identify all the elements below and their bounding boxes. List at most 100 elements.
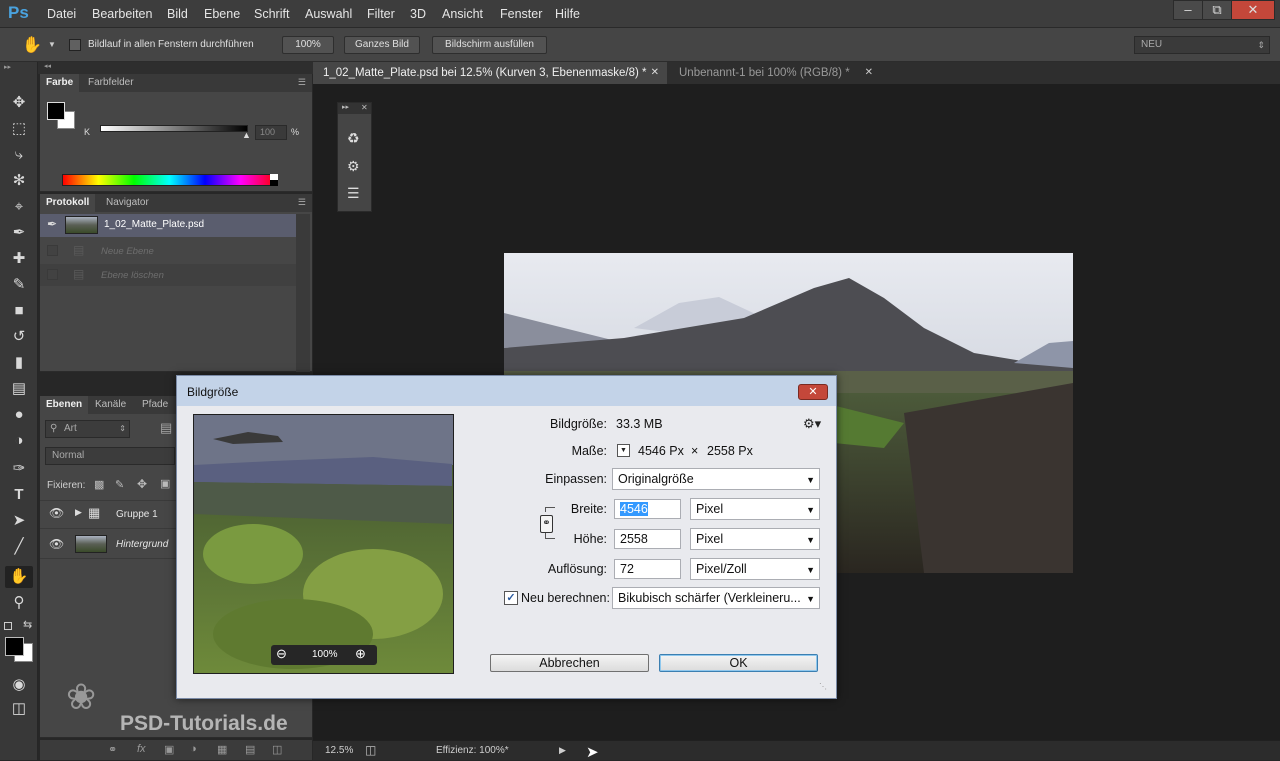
resample-checkbox[interactable]: ✓ xyxy=(504,591,518,605)
menu-ansicht[interactable]: Ansicht xyxy=(442,7,483,21)
workspace-select[interactable]: NEU ⇕ xyxy=(1134,36,1270,54)
status-menu-arrow-icon[interactable]: ▶ xyxy=(559,745,566,756)
restore-button[interactable]: ⧉ xyxy=(1202,0,1232,20)
visibility-eye-icon[interactable]: 👁 xyxy=(49,506,64,520)
tool-preset-dropdown-icon[interactable]: ▼ xyxy=(48,40,56,49)
minimize-button[interactable]: – xyxy=(1173,0,1203,20)
menu-filter[interactable]: Filter xyxy=(367,7,395,21)
history-brush-tool-icon[interactable]: ↺ xyxy=(5,326,33,348)
menu-3d[interactable]: 3D xyxy=(410,7,426,21)
expand-group-icon[interactable]: ▶ xyxy=(75,507,82,518)
eraser-tool-icon[interactable]: ▮ xyxy=(5,352,33,374)
close-icon[interactable]: ✕ xyxy=(361,103,368,112)
history-panel-menu-icon[interactable]: ☰ xyxy=(298,197,306,208)
zoom-out-icon[interactable]: ⊖ xyxy=(276,646,287,662)
panel-menu-icon[interactable]: ☰ xyxy=(298,77,306,88)
eyedropper-tool-icon[interactable]: ✒ xyxy=(5,222,33,244)
dialog-close-button[interactable]: ✕ xyxy=(798,384,828,400)
tab-navigator[interactable]: Navigator xyxy=(100,194,155,212)
menu-bearbeiten[interactable]: Bearbeiten xyxy=(92,7,152,21)
trash-icon[interactable]: ◫ xyxy=(272,743,282,756)
history-snapshot-row[interactable]: ✒ 1_02_Matte_Plate.psd xyxy=(40,214,296,237)
constrain-proportions-icon[interactable]: ⚭ xyxy=(540,515,553,533)
menu-ebene[interactable]: Ebene xyxy=(204,7,240,21)
history-brush-source-icon[interactable]: ✒ xyxy=(47,217,57,231)
lasso-tool-icon[interactable]: ⤷ xyxy=(5,144,33,166)
preview-image[interactable] xyxy=(193,414,454,674)
width-unit-select[interactable]: Pixel ▼ xyxy=(690,498,820,520)
history-scrollbar[interactable] xyxy=(296,214,310,372)
dimensions-dropdown-icon[interactable]: ▼ xyxy=(617,444,630,457)
foreground-color-swatch[interactable] xyxy=(5,637,24,656)
menu-schrift[interactable]: Schrift xyxy=(254,7,289,21)
add-mask-icon[interactable]: ▣ xyxy=(164,743,174,756)
tab-farbe[interactable]: Farbe xyxy=(40,74,80,92)
move-tool-icon[interactable]: ✥ xyxy=(5,92,33,114)
resolution-input[interactable]: 72 xyxy=(614,559,681,579)
path-selection-tool-icon[interactable]: ➤ xyxy=(5,510,33,532)
layer-filter-select[interactable]: ⚲ Art ⇕ xyxy=(45,420,130,438)
visibility-eye-icon[interactable]: 👁 xyxy=(49,537,64,551)
swap-colors-icon[interactable]: ⇆ xyxy=(23,618,32,631)
line-tool-icon[interactable]: ╱ xyxy=(5,536,33,558)
width-input[interactable]: 4546 xyxy=(614,499,681,519)
blur-tool-icon[interactable]: ● xyxy=(5,404,33,426)
tab-ebenen[interactable]: Ebenen xyxy=(40,396,89,414)
hand-tool-icon[interactable]: ✋ xyxy=(22,35,42,55)
layer-row-group[interactable]: 👁 ▶ ▦ Gruppe 1 xyxy=(40,500,176,526)
quick-selection-tool-icon[interactable]: ✻ xyxy=(5,170,33,192)
expand-icon[interactable]: ▸▸ xyxy=(342,103,349,111)
tab-kanaele[interactable]: Kanäle xyxy=(89,396,132,414)
zoom-level[interactable]: 12.5% xyxy=(325,745,353,756)
menu-fenster[interactable]: Fenster xyxy=(500,7,542,21)
resample-method-select[interactable]: Bikubisch schärfer (Verkleineru... ▼ xyxy=(612,587,820,609)
lock-position-icon[interactable]: ✥ xyxy=(137,477,147,491)
brush-preset-icon[interactable]: ♻ xyxy=(347,130,360,147)
tab-protokoll[interactable]: Protokoll xyxy=(40,194,96,212)
resize-grip-icon[interactable]: ⋱ xyxy=(819,682,827,691)
doc-tab[interactable]: Unbenannt-1 bei 100% (RGB/8) * ✕ xyxy=(669,62,879,84)
screen-mode-icon[interactable]: ◫ xyxy=(5,698,33,720)
fit-screen-button[interactable]: Ganzes Bild xyxy=(344,36,420,54)
history-source-box[interactable] xyxy=(47,269,58,280)
adjustments-icon[interactable]: ⚙ xyxy=(347,158,360,175)
gradient-tool-icon[interactable]: ▤ xyxy=(5,378,33,400)
menu-auswahl[interactable]: Auswahl xyxy=(305,7,352,21)
k-slider-track[interactable] xyxy=(100,125,248,132)
zoom-tool-icon[interactable]: ⚲ xyxy=(5,592,33,614)
layer-row-background[interactable]: 👁 Hintergrund xyxy=(40,528,176,559)
menu-datei[interactable]: Datei xyxy=(47,7,76,21)
collapse-panels-icon[interactable]: ◂◂ xyxy=(44,62,51,70)
ok-button[interactable]: OK xyxy=(659,654,818,672)
type-tool-icon[interactable]: T xyxy=(5,484,33,506)
fit-to-select[interactable]: Originalgröße ▼ xyxy=(612,468,820,490)
gear-icon[interactable]: ⚙▾ xyxy=(803,416,821,432)
color-spectrum-ramp[interactable] xyxy=(62,174,277,186)
close-tab-icon[interactable]: ✕ xyxy=(865,62,873,84)
tab-farbfelder[interactable]: Farbfelder xyxy=(82,74,140,92)
default-colors-icon[interactable] xyxy=(4,622,12,630)
hand-tool-active-icon[interactable]: ✋ xyxy=(5,566,33,588)
adjustment-layer-icon[interactable]: ◑ xyxy=(190,743,197,755)
status-doc-icon[interactable]: ◫ xyxy=(365,743,376,757)
marquee-tool-icon[interactable]: ⬚ xyxy=(5,118,33,140)
menu-hilfe[interactable]: Hilfe xyxy=(555,7,580,21)
lock-pixels-icon[interactable]: ✎ xyxy=(115,478,124,491)
fill-screen-button[interactable]: Bildschirm ausfüllen xyxy=(432,36,547,54)
k-slider-handle-icon[interactable]: ▲ xyxy=(242,130,251,140)
spectrum-black-chip[interactable] xyxy=(270,180,278,186)
cancel-button[interactable]: Abbrechen xyxy=(490,654,649,672)
lock-all-icon[interactable]: ▣ xyxy=(160,477,170,490)
new-group-icon[interactable]: ▦ xyxy=(217,743,227,756)
properties-icon[interactable]: ☰ xyxy=(347,185,360,202)
close-window-button[interactable]: ✕ xyxy=(1231,0,1275,20)
zoom-in-icon[interactable]: ⊕ xyxy=(355,646,366,662)
color-fg-swatch[interactable] xyxy=(47,102,65,120)
doc-tab-active[interactable]: 1_02_Matte_Plate.psd bei 12.5% (Kurven 3… xyxy=(313,62,667,84)
link-layers-icon[interactable]: ⚭ xyxy=(108,743,117,756)
new-layer-icon[interactable]: ▤ xyxy=(245,743,255,756)
blend-mode-select[interactable]: Normal xyxy=(45,447,175,465)
menu-bild[interactable]: Bild xyxy=(167,7,188,21)
fx-icon[interactable]: fx xyxy=(137,743,146,755)
close-tab-icon[interactable]: ✕ xyxy=(651,62,659,84)
